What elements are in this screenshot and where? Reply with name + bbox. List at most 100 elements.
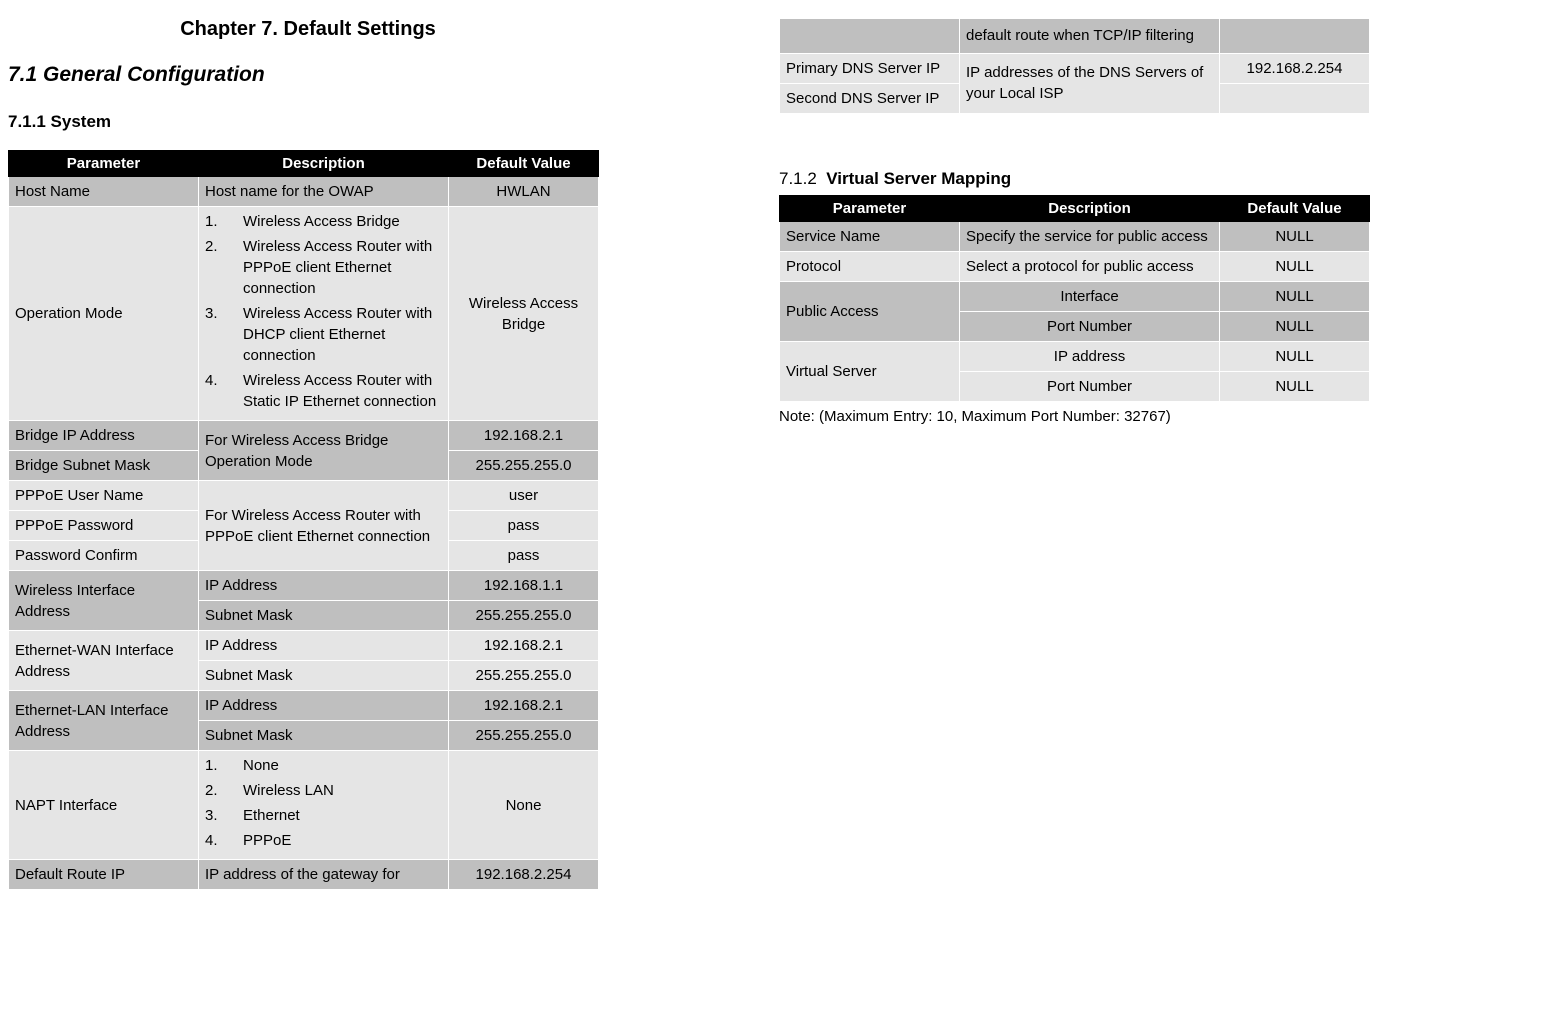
col-description: Description xyxy=(960,195,1220,221)
row-pppoe-user: PPPoE User Name For Wireless Access Rout… xyxy=(9,481,599,511)
list-item: 4.Wireless Access Router with Static IP … xyxy=(205,370,442,412)
cell: IP Address xyxy=(199,571,449,601)
row-ewan-ip: Ethernet-WAN Interface Address IP Addres… xyxy=(9,631,599,661)
cell: Wireless Access Bridge xyxy=(449,207,599,421)
txt: PPPoE xyxy=(243,830,291,851)
col-parameter: Parameter xyxy=(780,195,960,221)
cell: NULL xyxy=(1220,311,1370,341)
cell: Operation Mode xyxy=(9,207,199,421)
list-item: 1.Wireless Access Bridge xyxy=(205,211,442,232)
num: 1. xyxy=(205,211,243,232)
row-protocol: Protocol Select a protocol for public ac… xyxy=(780,251,1370,281)
col-default-value: Default Value xyxy=(449,151,599,177)
cell: IP address of the gateway for xyxy=(199,860,449,890)
right-column: default route when TCP/IP filtering Prim… xyxy=(779,18,1370,890)
system-table: Parameter Description Default Value Host… xyxy=(8,150,599,890)
cell: Host Name xyxy=(9,177,199,207)
txt: Wireless Access Router with Static IP Et… xyxy=(243,370,442,412)
cell: 1.Wireless Access Bridge 2.Wireless Acce… xyxy=(199,207,449,421)
cell: IP addresses of the DNS Servers of your … xyxy=(960,53,1220,113)
cell: 255.255.255.0 xyxy=(449,601,599,631)
cell: HWLAN xyxy=(449,177,599,207)
cell: Interface xyxy=(960,281,1220,311)
txt: Ethernet xyxy=(243,805,300,826)
operation-mode-list: 1.Wireless Access Bridge 2.Wireless Acce… xyxy=(205,211,442,412)
cell: Public Access xyxy=(780,281,960,341)
cell xyxy=(1220,83,1370,113)
cell: pass xyxy=(449,511,599,541)
cell: Subnet Mask xyxy=(199,661,449,691)
txt: Wireless LAN xyxy=(243,780,334,801)
left-column: Chapter 7. Default Settings 7.1 General … xyxy=(8,18,599,890)
row-virtual-server-ip: Virtual Server IP address NULL xyxy=(780,341,1370,371)
cell: NULL xyxy=(1220,281,1370,311)
list-item: 4.PPPoE xyxy=(205,830,442,851)
row-default-route: Default Route IP IP address of the gatew… xyxy=(9,860,599,890)
cell: Subnet Mask xyxy=(199,601,449,631)
cell: NULL xyxy=(1220,371,1370,401)
txt: Wireless Access Router with PPPoE client… xyxy=(243,236,442,299)
cell: Default Route IP xyxy=(9,860,199,890)
cell: 192.168.2.254 xyxy=(449,860,599,890)
cell: Wireless Interface Address xyxy=(9,571,199,631)
txt: Wireless Access Router with DHCP client … xyxy=(243,303,442,366)
cell: 192.168.2.1 xyxy=(449,421,599,451)
cell: NAPT Interface xyxy=(9,751,199,860)
num: 2. xyxy=(205,236,243,299)
cell: Primary DNS Server IP xyxy=(780,53,960,83)
cell: 192.168.2.1 xyxy=(449,691,599,721)
row-elan-ip: Ethernet-LAN Interface Address IP Addres… xyxy=(9,691,599,721)
cell: For Wireless Access Bridge Operation Mod… xyxy=(199,421,449,481)
cell: 255.255.255.0 xyxy=(449,721,599,751)
cell: user xyxy=(449,481,599,511)
two-column-layout: Chapter 7. Default Settings 7.1 General … xyxy=(8,18,1543,890)
col-parameter: Parameter xyxy=(9,151,199,177)
row-host-name: Host Name Host name for the OWAP HWLAN xyxy=(9,177,599,207)
table-header-row: Parameter Description Default Value xyxy=(9,151,599,177)
row-bridge-ip: Bridge IP Address For Wireless Access Br… xyxy=(9,421,599,451)
num: 3. xyxy=(205,303,243,366)
section-heading-7-1: 7.1 General Configuration xyxy=(8,63,599,87)
cell: NULL xyxy=(1220,251,1370,281)
cell: 255.255.255.0 xyxy=(449,451,599,481)
napt-list: 1.None 2.Wireless LAN 3.Ethernet 4.PPPoE xyxy=(205,755,442,851)
list-item: 3.Wireless Access Router with DHCP clien… xyxy=(205,303,442,366)
cell: Second DNS Server IP xyxy=(780,83,960,113)
cell-empty xyxy=(1220,19,1370,54)
col-default-value: Default Value xyxy=(1220,195,1370,221)
col-description: Description xyxy=(199,151,449,177)
cell: Subnet Mask xyxy=(199,721,449,751)
cell: For Wireless Access Router with PPPoE cl… xyxy=(199,481,449,571)
cell: 255.255.255.0 xyxy=(449,661,599,691)
list-item: 2.Wireless LAN xyxy=(205,780,442,801)
cell: Ethernet-LAN Interface Address xyxy=(9,691,199,751)
cell: 192.168.1.1 xyxy=(449,571,599,601)
cell: Select a protocol for public access xyxy=(960,251,1220,281)
txt: None xyxy=(243,755,279,776)
cell: Ethernet-WAN Interface Address xyxy=(9,631,199,691)
list-item: 2.Wireless Access Router with PPPoE clie… xyxy=(205,236,442,299)
subsection-heading-7-1-1: 7.1.1 System xyxy=(8,112,599,132)
cell: None xyxy=(449,751,599,860)
table-header-row: Parameter Description Default Value xyxy=(780,195,1370,221)
cell: 192.168.2.1 xyxy=(449,631,599,661)
cell: 192.168.2.254 xyxy=(1220,53,1370,83)
note-text: Note: (Maximum Entry: 10, Maximum Port N… xyxy=(779,408,1370,425)
cell: IP Address xyxy=(199,691,449,721)
cell: PPPoE User Name xyxy=(9,481,199,511)
num: 4. xyxy=(205,830,243,851)
num: 2. xyxy=(205,780,243,801)
txt: Wireless Access Bridge xyxy=(243,211,400,232)
row-operation-mode: Operation Mode 1.Wireless Access Bridge … xyxy=(9,207,599,421)
num: 4. xyxy=(205,370,243,412)
list-item: 1.None xyxy=(205,755,442,776)
row-public-access-if: Public Access Interface NULL xyxy=(780,281,1370,311)
cell: pass xyxy=(449,541,599,571)
cell: Port Number xyxy=(960,371,1220,401)
system-table-continued: default route when TCP/IP filtering Prim… xyxy=(779,18,1370,114)
cell: IP address xyxy=(960,341,1220,371)
num: 1. xyxy=(205,755,243,776)
heading-number: 7.1.2 xyxy=(779,169,817,188)
cell: Host name for the OWAP xyxy=(199,177,449,207)
cell: Password Confirm xyxy=(9,541,199,571)
